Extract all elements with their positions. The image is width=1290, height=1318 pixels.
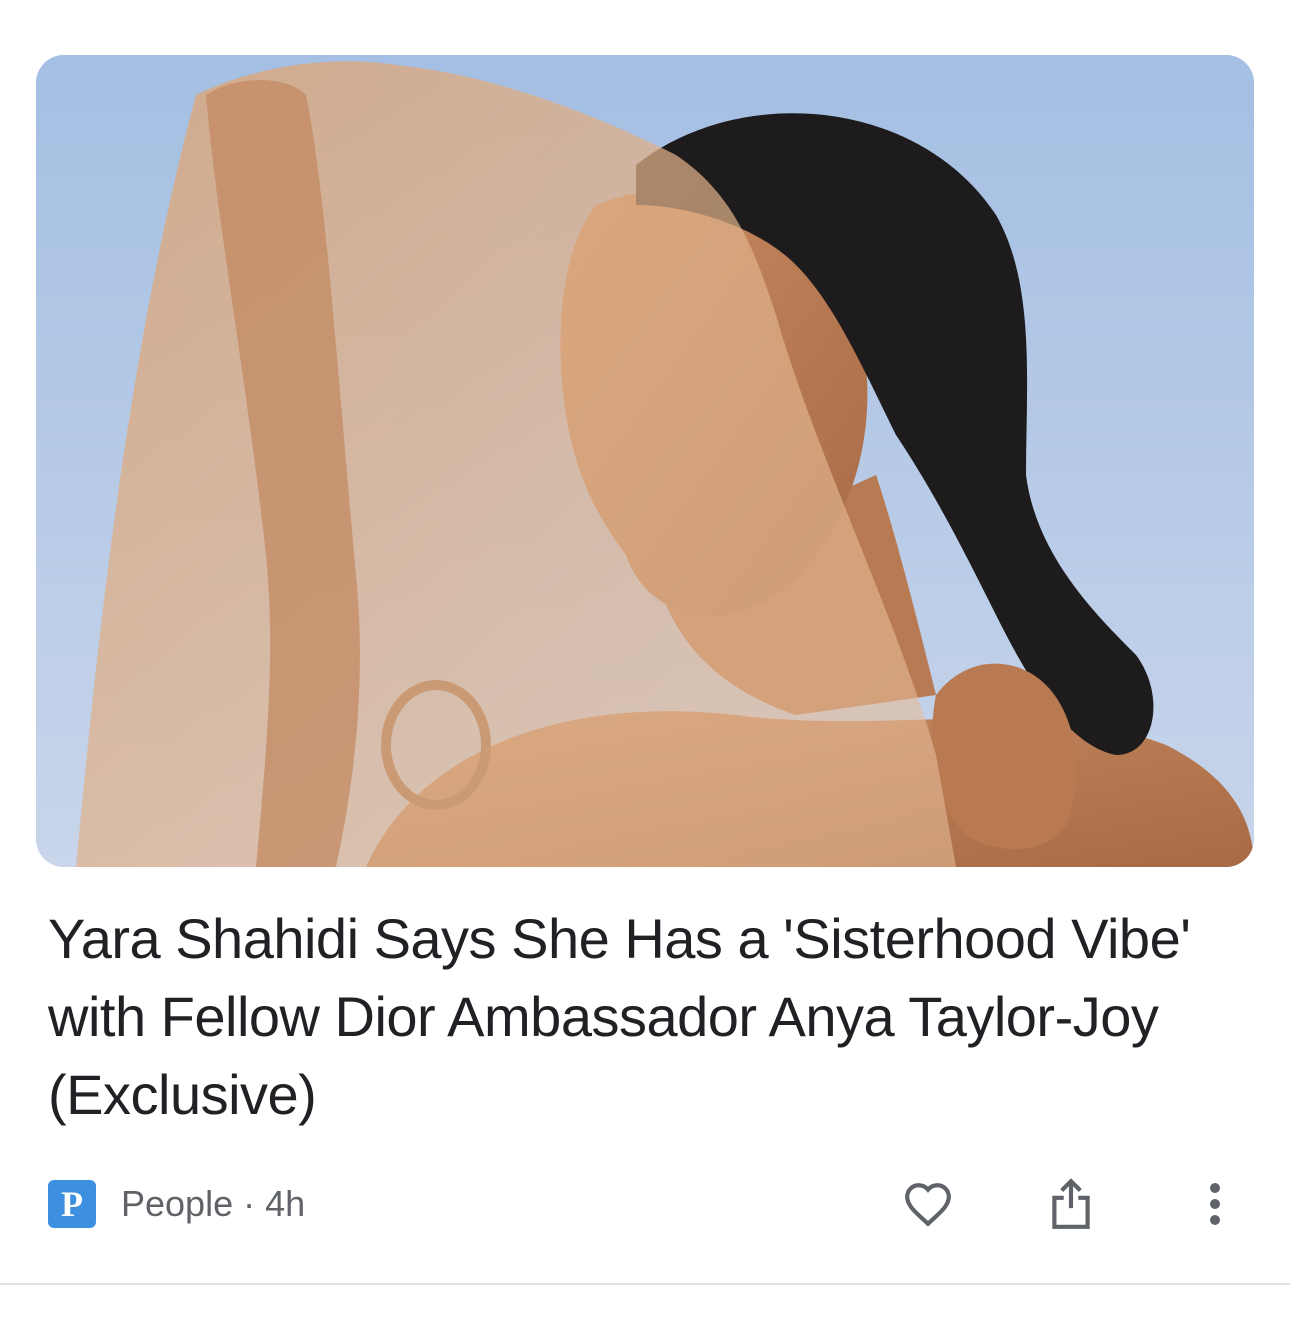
source-name[interactable]: People (121, 1183, 233, 1224)
share-icon (1050, 1177, 1092, 1236)
card-divider (0, 1283, 1290, 1285)
source-logo: P (48, 1180, 96, 1228)
article-meta-row: P People · 4h (48, 1176, 1248, 1232)
article-photo-illustration (36, 55, 1254, 867)
source-info: People · 4h (121, 1182, 305, 1226)
news-card[interactable]: Yara Shahidi Says She Has a 'Sisterhood … (0, 0, 1290, 1318)
share-button[interactable] (1041, 1176, 1101, 1236)
meta-separator: · (243, 1183, 256, 1224)
more-vertical-icon (1208, 1182, 1222, 1231)
heart-outline-icon (903, 1181, 953, 1232)
article-age: 4h (265, 1183, 306, 1224)
more-options-button[interactable] (1185, 1176, 1245, 1236)
article-headline[interactable]: Yara Shahidi Says She Has a 'Sisterhood … (48, 900, 1228, 1134)
article-image[interactable] (36, 55, 1254, 867)
like-button[interactable] (898, 1176, 958, 1236)
